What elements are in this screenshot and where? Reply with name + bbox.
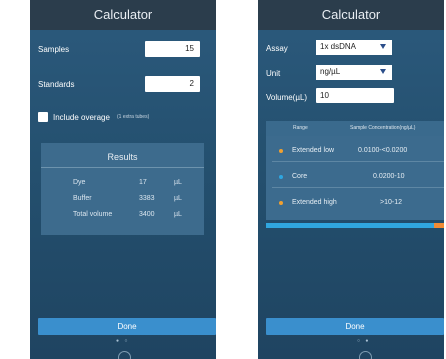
- volume-label: Volume(µL): [266, 93, 308, 102]
- right-screen: Calculator Assay 1x dsDNA Unit ng/µL Vol…: [258, 0, 444, 359]
- header-title: Calculator: [258, 0, 444, 30]
- overage-note: (1 extra tubes): [117, 114, 150, 120]
- bullet-icon: [279, 201, 283, 205]
- range-bar-high: [434, 223, 444, 228]
- range-value: >10-12: [380, 199, 402, 206]
- result-value: 3400: [139, 211, 155, 218]
- range-name: Extended low: [292, 147, 335, 154]
- result-value: 3383: [139, 195, 155, 202]
- unit-value: ng/µL: [320, 67, 341, 76]
- chevron-down-icon: [380, 44, 386, 49]
- range-header: Range: [293, 125, 308, 131]
- samples-label: Samples: [38, 45, 70, 54]
- assay-value: 1x dsDNA: [320, 42, 357, 51]
- done-button[interactable]: Done: [38, 318, 216, 335]
- result-name: Total volume: [73, 211, 113, 218]
- overage-label: Include overage: [53, 113, 110, 122]
- table-row: Core 0.0200-10: [266, 168, 444, 188]
- assay-label: Assay: [266, 44, 288, 53]
- range-name: Extended high: [292, 199, 337, 206]
- bullet-icon: [279, 175, 283, 179]
- range-value: 0.0100-<0.0200: [358, 147, 408, 154]
- samples-input[interactable]: 15: [145, 41, 200, 57]
- standards-label: Standards: [38, 80, 75, 89]
- range-table-header: Range Sample Concentration(ng/µL): [266, 121, 444, 136]
- chevron-down-icon: [380, 69, 386, 74]
- range-bar: [266, 223, 444, 228]
- left-screen: Calculator Samples 15 Standards 2 Includ…: [30, 0, 216, 359]
- range-name: Core: [292, 173, 308, 180]
- unit-select[interactable]: ng/µL: [316, 65, 392, 80]
- range-table: Extended low 0.0100-<0.0200 Core 0.0200-…: [266, 136, 444, 220]
- standards-input[interactable]: 2: [145, 76, 200, 92]
- header-title: Calculator: [30, 0, 216, 30]
- results-divider: [41, 167, 204, 168]
- result-name: Buffer: [73, 195, 92, 202]
- overage-checkbox[interactable]: [38, 112, 48, 122]
- concentration-header: Sample Concentration(ng/µL): [350, 125, 416, 131]
- result-name: Dye: [73, 179, 86, 186]
- volume-input[interactable]: 10: [316, 88, 394, 103]
- table-row: Extended low 0.0100-<0.0200: [266, 142, 444, 162]
- home-icon[interactable]: [118, 351, 131, 359]
- unit-label: Unit: [266, 69, 281, 78]
- table-row: Extended high >10-12: [266, 194, 444, 214]
- row-divider: [272, 161, 444, 162]
- result-value: 17: [139, 179, 147, 186]
- results-panel: Results Dye 17 µL Buffer 3383 µL Total v…: [41, 143, 204, 235]
- page-indicator: ○ ●: [357, 338, 371, 344]
- result-unit: µL: [174, 179, 182, 186]
- result-unit: µL: [174, 195, 182, 202]
- row-divider: [272, 187, 444, 188]
- results-title: Results: [107, 152, 138, 162]
- done-button[interactable]: Done: [266, 318, 444, 335]
- assay-select[interactable]: 1x dsDNA: [316, 40, 392, 55]
- bullet-icon: [279, 149, 283, 153]
- range-value: 0.0200-10: [373, 173, 405, 180]
- home-icon[interactable]: [359, 351, 372, 359]
- result-unit: µL: [174, 211, 182, 218]
- page-indicator: ● ○: [116, 338, 130, 344]
